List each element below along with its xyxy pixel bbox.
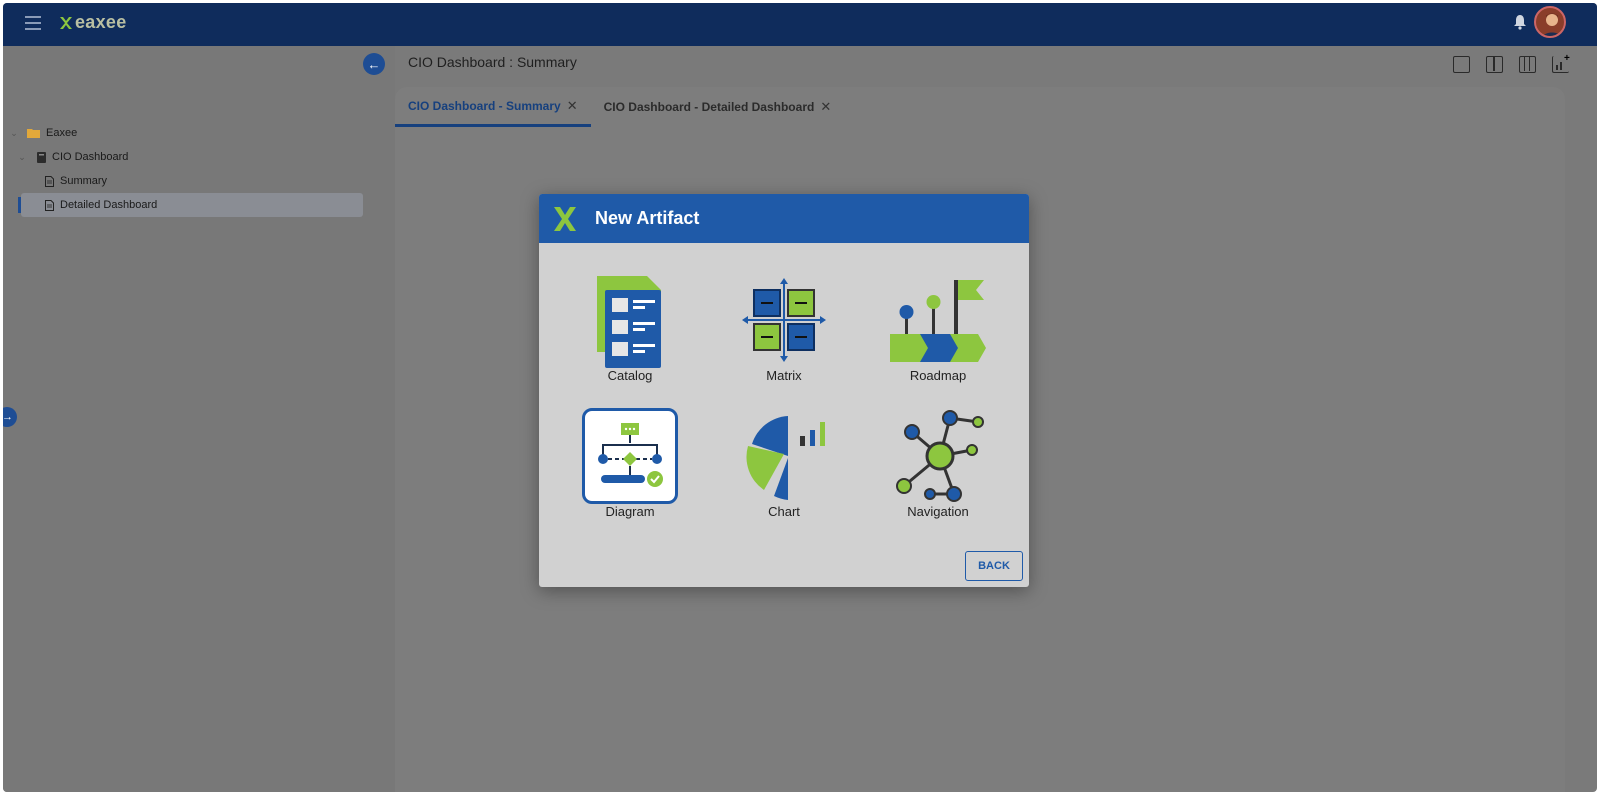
expand-sidebar-icon[interactable]: → bbox=[3, 407, 17, 427]
document-icon bbox=[45, 199, 54, 211]
tree-label-root: Eaxee bbox=[46, 127, 78, 139]
document-icon bbox=[45, 175, 54, 187]
option-label: Chart bbox=[768, 504, 800, 519]
eaxee-logo-icon bbox=[554, 206, 576, 231]
diagram-icon bbox=[582, 408, 678, 504]
single-column-layout-icon[interactable] bbox=[1453, 56, 1470, 73]
roadmap-icon bbox=[890, 272, 986, 368]
artifact-option-navigation[interactable]: Navigation bbox=[890, 408, 986, 519]
user-avatar[interactable] bbox=[1534, 6, 1566, 38]
option-label: Navigation bbox=[907, 504, 969, 519]
app-window: eaxee → ← ⌄ Eaxee ⌄ CIO Dashboard Summar… bbox=[3, 3, 1597, 792]
tree-label-summary: Summary bbox=[60, 175, 108, 187]
notification-bell-icon[interactable] bbox=[1513, 14, 1527, 35]
folder-icon bbox=[27, 128, 40, 138]
tab-label: CIO Dashboard - Detailed Dashboard bbox=[603, 100, 815, 114]
dialog-header: New Artifact bbox=[539, 194, 1029, 243]
collapse-sidebar-icon[interactable]: ← bbox=[363, 53, 385, 75]
chevron-down-icon[interactable]: ⌄ bbox=[17, 152, 27, 163]
tab-bar: CIO Dashboard - Summary ✕ CIO Dashboard … bbox=[395, 87, 844, 127]
brand-name: eaxee bbox=[75, 12, 127, 32]
artifact-option-chart[interactable]: Chart bbox=[736, 408, 832, 519]
chart-icon bbox=[736, 408, 832, 504]
tree-label-folder: CIO Dashboard bbox=[52, 151, 129, 163]
layout-toolbar: + bbox=[1453, 54, 1570, 73]
catalog-icon bbox=[582, 272, 678, 368]
navigation-icon bbox=[890, 408, 986, 504]
tree-item-summary[interactable]: Summary bbox=[3, 169, 395, 193]
tree-item-folder[interactable]: ⌄ CIO Dashboard bbox=[3, 145, 395, 169]
dashboard-icon bbox=[37, 151, 46, 163]
chevron-down-icon[interactable]: ⌄ bbox=[9, 128, 19, 139]
option-label: Catalog bbox=[607, 368, 653, 383]
artifact-tree: ⌄ Eaxee ⌄ CIO Dashboard Summary Detailed bbox=[3, 121, 395, 217]
tab-detailed-dashboard[interactable]: CIO Dashboard - Detailed Dashboard ✕ bbox=[591, 87, 845, 127]
tree-label-detailed: Detailed Dashboard bbox=[60, 199, 158, 211]
menu-icon[interactable] bbox=[25, 16, 41, 30]
tab-summary[interactable]: CIO Dashboard - Summary ✕ bbox=[395, 87, 591, 127]
brand-logo[interactable]: eaxee bbox=[59, 12, 127, 33]
three-column-layout-icon[interactable] bbox=[1519, 56, 1536, 73]
artifact-option-matrix[interactable]: Matrix bbox=[736, 272, 832, 383]
close-icon[interactable]: ✕ bbox=[567, 98, 578, 114]
artifact-option-roadmap[interactable]: Roadmap bbox=[890, 272, 986, 383]
two-column-layout-icon[interactable] bbox=[1486, 56, 1503, 73]
dialog-title: New Artifact bbox=[595, 208, 700, 228]
top-bar: eaxee bbox=[3, 3, 1597, 46]
option-label: Matrix bbox=[766, 368, 802, 383]
close-icon[interactable]: ✕ bbox=[820, 99, 831, 115]
artifact-option-diagram[interactable]: Diagram bbox=[582, 408, 678, 519]
eaxee-logo-icon bbox=[60, 16, 72, 29]
back-button[interactable]: BACK bbox=[965, 551, 1023, 581]
matrix-icon bbox=[736, 272, 832, 368]
add-chart-icon[interactable]: + bbox=[1552, 54, 1570, 73]
artifact-option-catalog[interactable]: Catalog bbox=[582, 272, 678, 383]
tree-item-detailed-dashboard[interactable]: Detailed Dashboard bbox=[18, 193, 363, 217]
selection-indicator bbox=[18, 197, 21, 213]
new-artifact-dialog: New Artifact Catalog Matrix Roadmap Diag… bbox=[539, 194, 1029, 587]
tree-item-root[interactable]: ⌄ Eaxee bbox=[3, 121, 395, 145]
option-label: Diagram bbox=[605, 504, 655, 519]
page-title: CIO Dashboard : Summary bbox=[408, 54, 577, 70]
tab-label: CIO Dashboard - Summary bbox=[408, 98, 561, 113]
option-label: Roadmap bbox=[909, 368, 967, 383]
